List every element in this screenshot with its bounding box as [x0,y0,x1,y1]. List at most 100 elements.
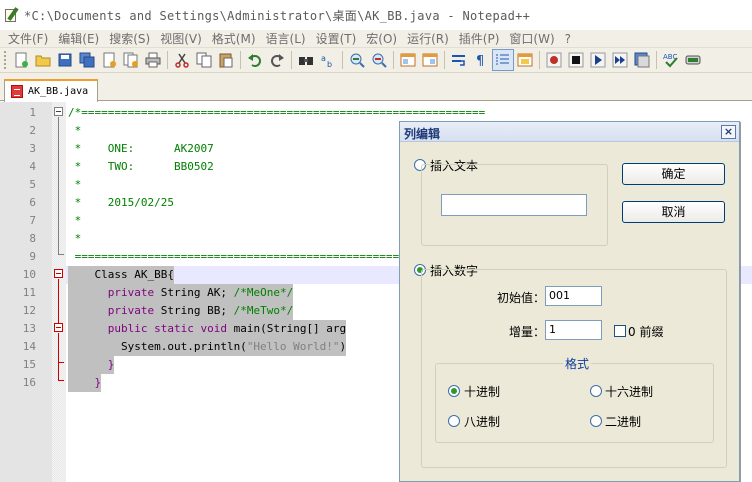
save-macro-icon[interactable] [631,49,653,71]
menu-edit[interactable]: 编辑(E) [53,30,104,47]
code-text: * [68,122,82,140]
menu-macro[interactable]: 宏(O) [361,30,402,47]
close-icon[interactable]: × [721,125,736,139]
close-icon[interactable] [98,49,120,71]
menu-settings[interactable]: 设置(T) [311,30,362,47]
menu-window[interactable]: 窗口(W) [504,30,559,47]
zoom-out-icon[interactable] [368,49,390,71]
cancel-button[interactable]: 取消 [622,201,725,223]
toolbar-grip[interactable] [4,51,7,69]
svg-text:¶: ¶ [476,54,484,68]
redo-icon[interactable] [266,49,288,71]
leading-zero-checkbox[interactable] [614,325,626,337]
selected-code-text: } [68,374,102,392]
hex-radio[interactable] [590,385,602,397]
save-icon[interactable] [54,49,76,71]
show-all-chars-icon[interactable]: ¶ [470,49,492,71]
paste-icon[interactable] [215,49,237,71]
menu-view[interactable]: 视图(V) [155,30,207,47]
toolbar-separator [240,51,241,69]
svg-text:b: b [327,60,332,68]
menu-file[interactable]: 文件(F) [0,30,53,47]
hex-label: 十六进制 [605,385,654,399]
toolbar: ab ¶ ABC [0,48,752,73]
toolbar-separator [539,51,540,69]
format-group [435,363,714,443]
zoom-in-icon[interactable] [346,49,368,71]
selected-code-text: private String BB; /*MeTwo*/ [68,302,294,320]
selected-code-text: Class AK_BB{ [68,266,174,284]
menu-plugins[interactable]: 插件(P) [454,30,505,47]
menu-bar: 文件(F) 编辑(E) 搜索(S) 视图(V) 格式(M) 语言(L) 设置(T… [0,30,752,48]
save-all-icon[interactable] [76,49,98,71]
octal-label: 八进制 [464,415,501,429]
line-number: 7 [29,214,36,227]
cut-icon[interactable] [171,49,193,71]
find-icon[interactable] [295,49,317,71]
menu-run[interactable]: 运行(R) [402,30,454,47]
tab-ak-bb-java[interactable]: AK_BB.java [4,79,98,102]
close-all-icon[interactable] [120,49,142,71]
toolbar-separator [167,51,168,69]
code-text: * [68,212,82,230]
code-text: * [68,230,82,248]
menu-help[interactable]: ? [560,32,576,46]
code-text: * [68,176,82,194]
line-number: 2 [29,124,36,137]
toolbar-separator [444,51,445,69]
initial-number-input[interactable]: 001 [545,286,602,306]
notepad-app-icon [4,7,20,23]
insert-text-input[interactable] [441,194,587,216]
new-file-icon[interactable] [10,49,32,71]
line-number: 9 [29,250,36,263]
selected-code-text: System.out.println("Hello World!") [68,338,347,356]
svg-text:a: a [321,54,326,63]
line-number: 15 [22,358,36,371]
code-text: * TWO: BB0502 [68,158,214,176]
indent-guide-icon[interactable] [492,49,514,71]
run-macro-multiple-icon[interactable] [609,49,631,71]
replace-icon[interactable]: ab [317,49,339,71]
menu-search[interactable]: 搜索(S) [104,30,155,47]
sync-horizontal-icon[interactable] [419,49,441,71]
plugin-icon[interactable] [682,49,704,71]
line-number: 11 [22,286,36,299]
user-language-icon[interactable] [514,49,536,71]
code-line: 1 /*====================================… [0,104,752,122]
record-macro-icon[interactable] [543,49,565,71]
initial-number-label: 初始值： [497,291,546,305]
dialog-title: 列编辑 [404,127,441,141]
toolbar-separator [342,51,343,69]
octal-radio[interactable] [448,415,460,427]
spellcheck-icon[interactable]: ABC [660,49,682,71]
undo-icon[interactable] [244,49,266,71]
comment-text: * [68,124,82,137]
binary-radio[interactable] [590,415,602,427]
comment-text: * [68,178,82,191]
print-icon[interactable] [142,49,164,71]
comment-text: * 2015/02/25 [68,196,174,209]
code-text: * ONE: AK2007 [68,140,214,158]
open-file-icon[interactable] [32,49,54,71]
stop-record-icon[interactable] [565,49,587,71]
menu-format[interactable]: 格式(M) [207,30,261,47]
playback-macro-icon[interactable] [587,49,609,71]
copy-icon[interactable] [193,49,215,71]
line-number: 5 [29,178,36,191]
toolbar-separator [393,51,394,69]
dialog-title-bar[interactable]: 列编辑 × [400,122,739,142]
tab-label: AK_BB.java [28,86,89,97]
sync-vertical-icon[interactable] [397,49,419,71]
binary-label: 二进制 [605,415,642,429]
window-title: *C:\Documents and Settings\Administrator… [24,8,531,23]
format-label: 格式 [563,355,592,372]
menu-language[interactable]: 语言(L) [261,30,311,47]
ok-button[interactable]: 确定 [622,163,725,185]
line-number: 12 [22,304,36,317]
increment-input[interactable]: 1 [545,320,602,340]
leading-zero-label: 0 前缀 [628,325,664,339]
comment-text: * ONE: AK2007 [68,142,214,155]
code-text: * 2015/02/25 [68,194,174,212]
word-wrap-icon[interactable] [448,49,470,71]
decimal-radio[interactable] [448,385,460,397]
